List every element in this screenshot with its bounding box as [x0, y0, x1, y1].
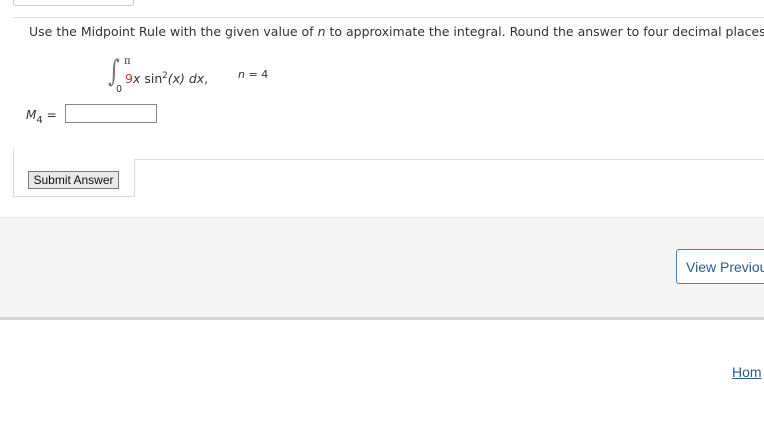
integrand-variable: x [132, 71, 141, 87]
question-text-end: to approximate the integral. Round the a… [329, 24, 764, 39]
integrand: 9x sin2(x) dx, [125, 71, 208, 86]
card-border-bottom [13, 196, 134, 197]
answer-label-letter: M [26, 108, 37, 122]
integrand-comma: , [204, 71, 209, 87]
question-text: Use the Midpoint Rule with the given val… [29, 24, 764, 39]
answer-label-equals: = [46, 108, 57, 122]
card-border-top-right [134, 159, 764, 160]
answer-label: M4 = [26, 108, 57, 126]
submit-answer-button[interactable]: Submit Answer [28, 171, 119, 189]
n-value-text: = 4 [248, 68, 269, 81]
card-border-left [13, 150, 14, 196]
navigation-band [0, 217, 764, 318]
navigation-band-shadow [0, 317, 764, 320]
n-value: n = 4 [238, 68, 268, 81]
card-border-step [134, 160, 135, 197]
integral-upper-limit: π [124, 56, 131, 67]
home-link[interactable]: Hom [732, 364, 762, 380]
integrand-coefficient: 9 [125, 71, 133, 87]
top-tab-button[interactable] [13, 0, 134, 6]
integrand-function: sin [144, 71, 163, 87]
view-previous-button[interactable]: View Previou [676, 249, 764, 284]
page: Use the Midpoint Rule with the given val… [0, 0, 764, 429]
answer-label-subscript: 4 [36, 115, 43, 126]
answer-input[interactable] [65, 104, 157, 123]
divider [13, 17, 764, 18]
integrand-argument: (x) [167, 71, 185, 87]
integrand-differential: dx [188, 71, 205, 87]
integral-formula: ∫ π 0 9x sin2(x) dx, [106, 54, 306, 96]
integral-lower-limit: 0 [116, 84, 123, 95]
n-value-symbol: n [238, 68, 245, 81]
question-n-variable: n [317, 24, 326, 39]
question-text-start: Use the Midpoint Rule with the given val… [29, 24, 314, 39]
